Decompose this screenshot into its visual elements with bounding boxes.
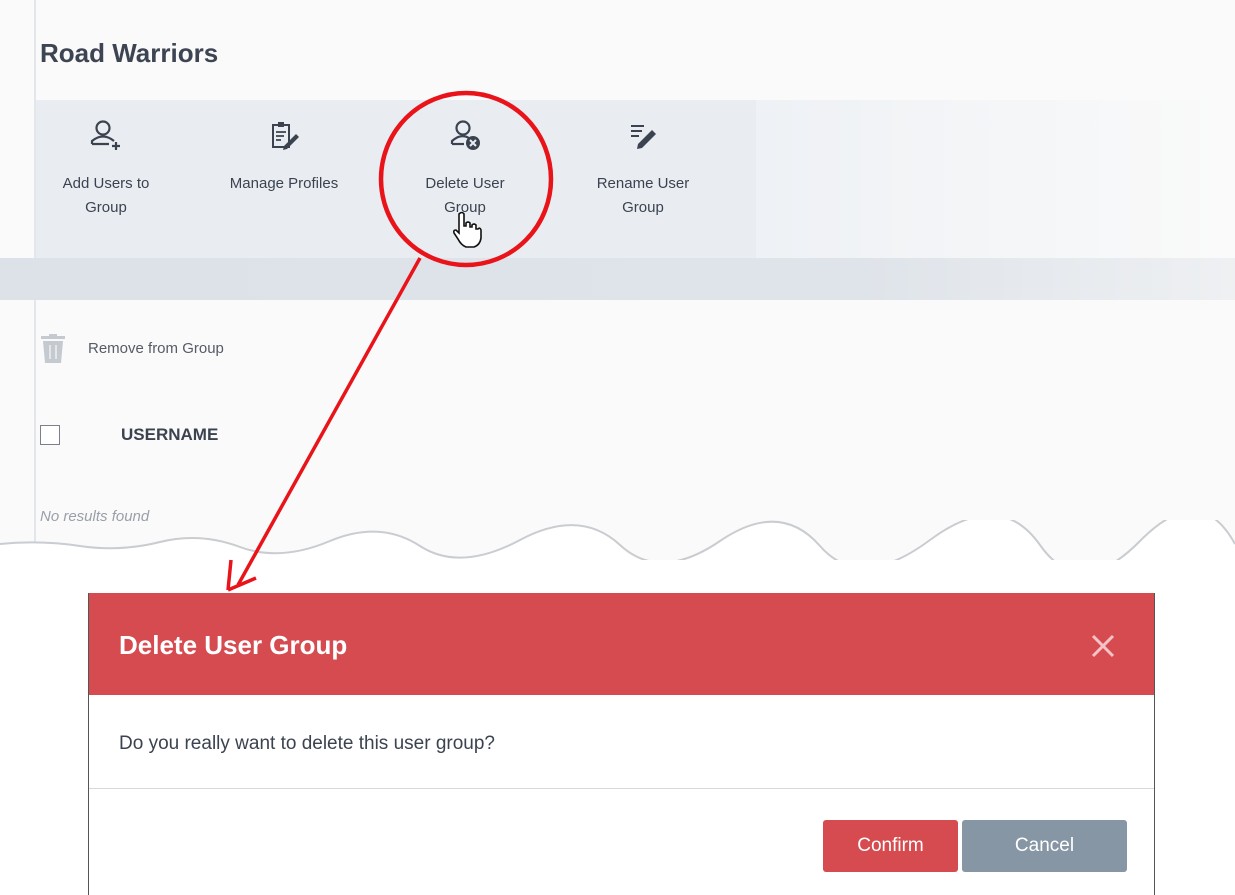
delete-user-group-button[interactable]: Delete User Group [400, 118, 530, 220]
add-users-to-group-button[interactable]: Add Users to Group [42, 118, 170, 220]
manage-profiles-label: Manage Profiles [229, 175, 339, 192]
username-column-header[interactable]: USERNAME [121, 425, 218, 445]
close-icon[interactable] [1090, 633, 1116, 659]
delete-group-label-2: Group [444, 199, 486, 216]
dialog-divider [89, 788, 1154, 789]
rename-group-label-1: Rename User [596, 175, 690, 192]
clipboard-edit-icon [272, 122, 299, 150]
rename-group-label-2: Group [622, 199, 664, 216]
add-users-label-1: Add Users to [62, 175, 150, 192]
rename-pencil-icon [631, 125, 656, 149]
select-all-checkbox[interactable] [40, 425, 60, 445]
delete-user-icon [450, 120, 480, 150]
page-title: Road Warriors [40, 38, 219, 68]
delete-group-label-1: Delete User [425, 175, 505, 192]
dialog-title: Delete User Group [119, 630, 348, 660]
rename-user-group-button[interactable]: Rename User Group [578, 118, 708, 220]
trash-icon [41, 334, 65, 363]
toolbar-band [0, 258, 1235, 300]
dialog-header: Delete User Group [89, 593, 1154, 695]
manage-profiles-button[interactable]: Manage Profiles [205, 118, 363, 196]
torn-edge [0, 520, 1235, 560]
add-user-icon [90, 120, 120, 150]
delete-user-group-dialog: Delete User Group Do you really want to … [88, 593, 1155, 895]
confirm-button[interactable]: Confirm [823, 820, 958, 872]
cancel-button[interactable]: Cancel [962, 820, 1127, 872]
add-users-label-2: Group [85, 199, 127, 216]
arrow-head [226, 559, 257, 592]
remove-from-group-label: Remove from Group [88, 340, 224, 357]
toolbar-fade [756, 100, 1235, 258]
dialog-message: Do you really want to delete this user g… [119, 733, 495, 754]
